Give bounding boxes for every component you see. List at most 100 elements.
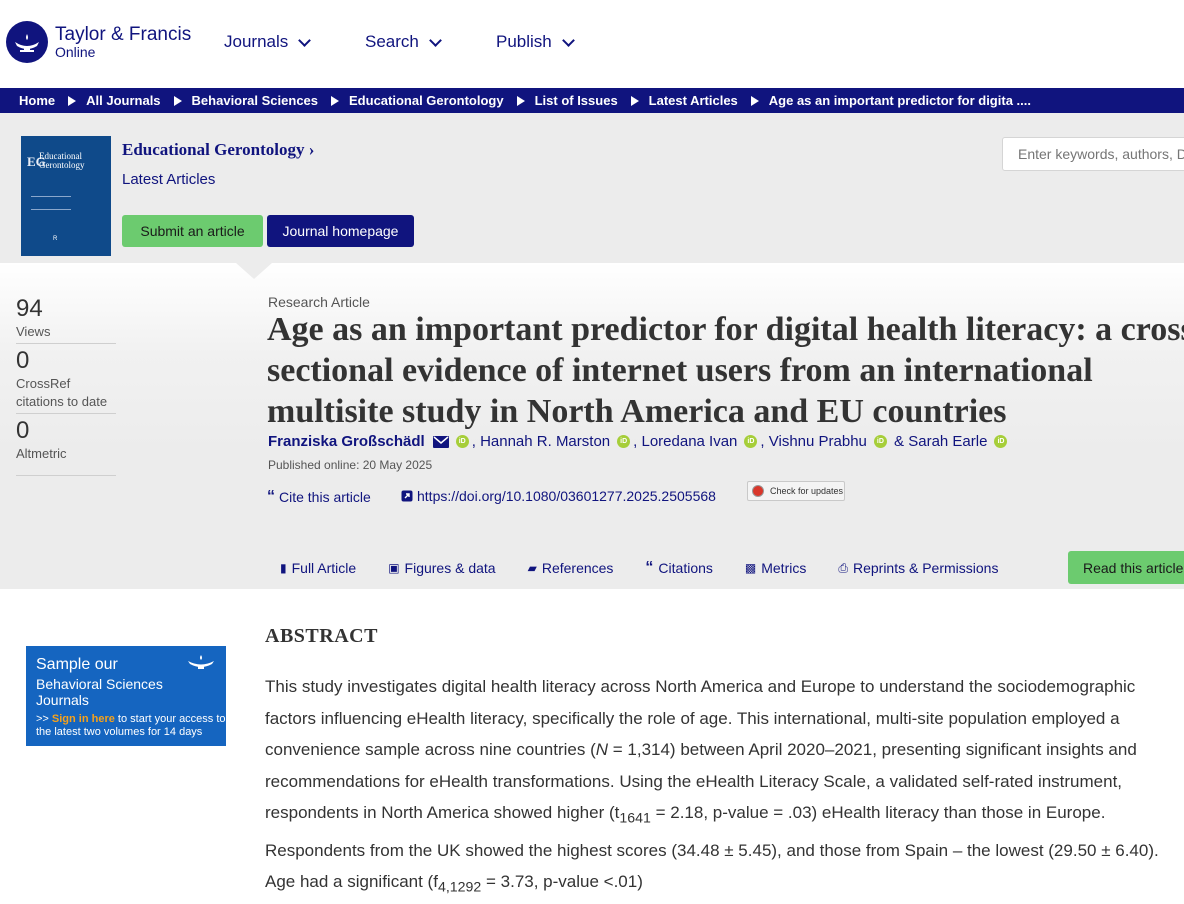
breadcrumb-current-article: Age as an important predictor for digita… [768, 93, 1031, 108]
metric-value: 94 [16, 295, 43, 322]
quote-icon: “ [267, 488, 275, 505]
metric-altmetric[interactable]: 0 Altmetric [16, 417, 116, 476]
bar-chart-icon: ▩ [744, 561, 757, 575]
chevron-down-icon [429, 33, 442, 47]
orcid-icon[interactable]: iD [455, 435, 469, 448]
author-separator: , [760, 433, 769, 450]
updates-label: Check for updates [770, 486, 844, 496]
abstract-text: This study investigates digital health l… [265, 671, 1165, 904]
breadcrumb-arrow-icon [750, 95, 759, 106]
read-article-button[interactable]: Read this article [1068, 551, 1184, 584]
tab-label: References [541, 560, 614, 576]
tab-label: Reprints & Permissions [852, 560, 999, 576]
breadcrumb: Home All Journals Behavioral Sciences Ed… [0, 88, 1184, 113]
sample-journals-ad[interactable]: Sample our Behavioral Sciences Journals … [26, 646, 226, 746]
metric-label: Views [16, 324, 51, 339]
metric-label: Altmetric [16, 446, 67, 461]
breadcrumb-list-of-issues[interactable]: List of Issues [535, 93, 618, 108]
author-separator: , [471, 433, 481, 450]
doi-text: https://doi.org/10.1080/03601277.2025.25… [417, 488, 716, 504]
article-title-line: sectional evidence of internet users fro… [267, 352, 1093, 389]
cover-decoration [31, 196, 71, 210]
tab-label: Figures & data [404, 560, 496, 576]
breadcrumb-arrow-icon [173, 95, 182, 106]
breadcrumb-arrow-icon [630, 95, 639, 106]
abstract-subscript: 1641 [619, 810, 651, 827]
author-separator: & [889, 433, 909, 450]
author-link[interactable]: Franziska Großschädl [268, 433, 425, 450]
site-logo[interactable]: Taylor & Francis Online [6, 21, 191, 63]
orcid-icon[interactable]: iD [994, 435, 1008, 448]
author-link[interactable]: Loredana Ivan [641, 433, 737, 450]
nav-publish[interactable]: Publish [496, 32, 575, 52]
chevron-down-icon [298, 33, 312, 47]
lamp-icon [188, 655, 214, 669]
cite-label: Cite this article [279, 489, 371, 505]
cite-article-link[interactable]: “ Cite this article [267, 488, 371, 506]
metric-label: CrossRef citations to date [16, 376, 108, 409]
crossmark-icon [752, 485, 764, 497]
author-link[interactable]: Hannah R. Marston [480, 433, 610, 450]
tab-figures-data[interactable]: ▣ Figures & data [388, 560, 495, 576]
breadcrumb-latest-articles[interactable]: Latest Articles [649, 93, 738, 108]
ad-body: >> Sign in here to start your access to … [36, 713, 226, 739]
metric-value: 0 [16, 417, 30, 444]
orcid-icon[interactable]: iD [873, 435, 887, 448]
submit-article-button[interactable]: Submit an article [122, 215, 263, 247]
nav-search[interactable]: Search [365, 32, 442, 52]
tab-label: Full Article [291, 560, 357, 576]
journal-cover[interactable]: EG Educational Gerontology R [21, 136, 111, 256]
author-link[interactable]: Vishnu Prabhu [769, 433, 867, 450]
published-date: Published online: 20 May 2025 [268, 458, 433, 472]
breadcrumb-arrow-icon [516, 95, 525, 106]
lamp-icon [6, 21, 48, 63]
print-icon: ⎙ [838, 560, 848, 575]
metric-views: 94 Views [16, 295, 116, 344]
author-link[interactable]: Sarah Earle [908, 433, 987, 450]
tab-label: Citations [658, 560, 713, 576]
cover-title: Educational Gerontology [39, 151, 85, 171]
nav-label: Publish [496, 32, 552, 51]
metric-crossref: 0 CrossRef citations to date [16, 347, 116, 414]
article-title: Age as an important predictor for digita… [267, 309, 1184, 432]
article-title-line: multisite study in North America and EU … [267, 393, 1007, 430]
latest-articles-link[interactable]: Latest Articles [122, 171, 215, 188]
tab-citations[interactable]: “Citations [645, 559, 712, 577]
author-list: Franziska Großschädl iD, Hannah R. Marst… [268, 433, 1010, 450]
author-separator: , [633, 433, 642, 450]
banner-pointer [236, 263, 272, 279]
abstract-heading: ABSTRACT [265, 625, 378, 647]
book-icon: ▰ [527, 561, 537, 575]
metric-value: 0 [16, 347, 30, 374]
tab-metrics[interactable]: ▩ Metrics [745, 560, 806, 576]
breadcrumb-arrow-icon [331, 95, 340, 106]
nav-label: Journals [224, 32, 289, 51]
journal-title-link[interactable]: Educational Gerontology › [122, 140, 314, 160]
mail-icon[interactable] [432, 435, 449, 448]
breadcrumb-home[interactable]: Home [19, 93, 55, 108]
orcid-icon[interactable]: iD [744, 435, 758, 448]
search-input[interactable] [1002, 137, 1184, 171]
chevron-down-icon [561, 33, 575, 47]
doi-link[interactable]: https://doi.org/10.1080/03601277.2025.25… [401, 488, 716, 504]
tab-references[interactable]: ▰ References [528, 560, 614, 576]
check-for-updates-button[interactable]: Check for updates [747, 481, 845, 501]
external-link-icon [401, 490, 413, 502]
tab-full-article[interactable]: ▮ Full Article [280, 560, 356, 576]
document-icon: ▮ [280, 561, 287, 575]
tab-reprints[interactable]: ⎙ Reprints & Permissions [838, 560, 998, 576]
journal-homepage-button[interactable]: Journal homepage [267, 215, 414, 247]
orcid-icon[interactable]: iD [617, 435, 631, 448]
article-title-line: Age as an important predictor for digita… [267, 311, 1184, 348]
ad-sign-in-link[interactable]: Sign in here [52, 713, 115, 725]
image-icon: ▣ [388, 561, 400, 575]
abstract-italic: N [595, 740, 609, 759]
breadcrumb-journal[interactable]: Educational Gerontology [349, 93, 504, 108]
breadcrumb-arrow-icon [68, 95, 77, 106]
logo-subname: Online [55, 43, 96, 60]
nav-label: Search [365, 32, 419, 51]
breadcrumb-all-journals[interactable]: All Journals [86, 93, 160, 108]
site-header: Taylor & Francis Online Journals Search … [0, 0, 1184, 88]
nav-journals[interactable]: Journals [224, 32, 312, 52]
breadcrumb-behavioral-sciences[interactable]: Behavioral Sciences [192, 93, 318, 108]
